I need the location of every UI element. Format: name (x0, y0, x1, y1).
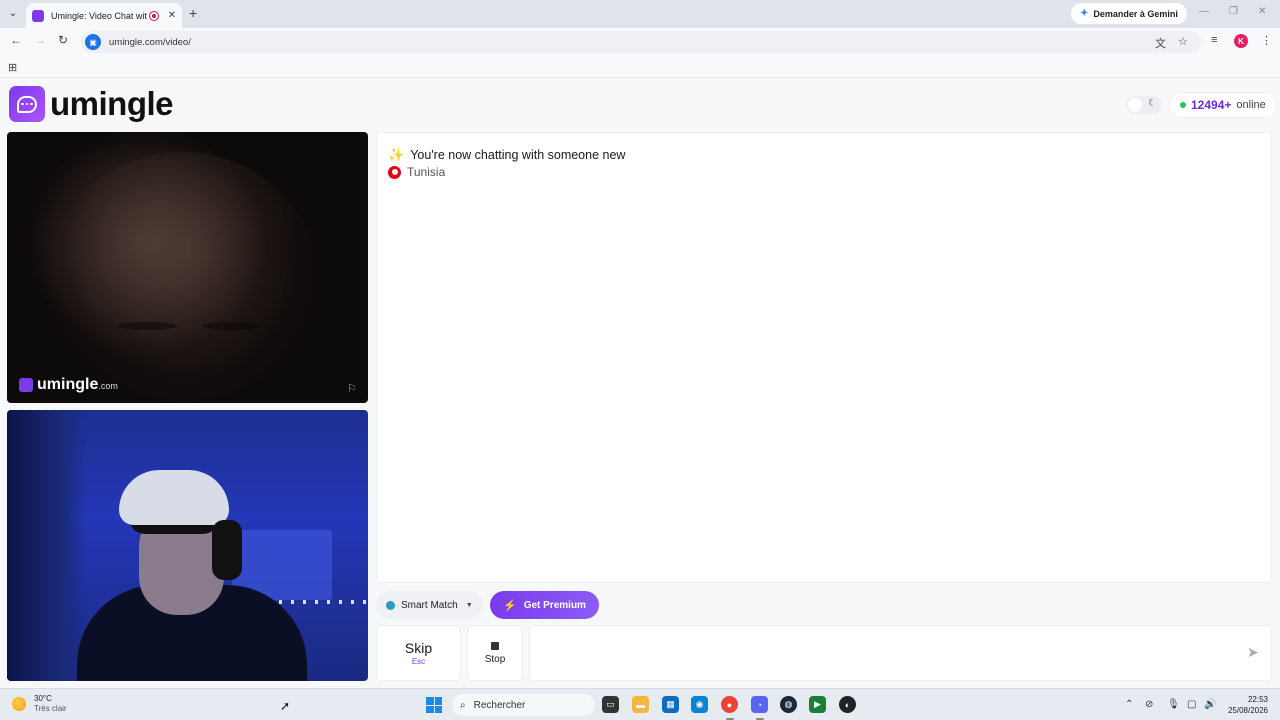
online-status-dot (1180, 102, 1186, 108)
remote-video-feed: umingle .com ⚐ (7, 132, 368, 403)
skip-shortcut-hint: Esc (411, 657, 426, 666)
chrome-icon[interactable]: ● (721, 696, 738, 713)
send-icon[interactable]: ➤ (1247, 644, 1259, 661)
edge-browser-icon[interactable]: ◉ (691, 696, 708, 713)
minimize-window-icon[interactable]: — (1199, 6, 1209, 17)
online-users-badge: 12494+ online (1170, 93, 1276, 117)
taskbar-search-label: Rechercher (473, 699, 526, 711)
taskbar-search[interactable]: ⌕ Rechercher (452, 694, 595, 716)
star-icon[interactable]: ☆ (1178, 35, 1188, 48)
address-bar[interactable]: ▣ umingle.com/video/ ⽂ ☆ (81, 31, 1201, 53)
stop-icon (491, 641, 499, 650)
microsoft-store-icon[interactable]: ▦ (662, 696, 679, 713)
back-arrow-icon[interactable]: ← (10, 33, 22, 47)
clock-time: 22:53 (1247, 695, 1268, 704)
sparkle-icon: ✨ (388, 147, 405, 162)
lightning-icon: ⚡ (503, 599, 517, 612)
new-tab-button[interactable]: + (189, 5, 197, 21)
caret-down-icon: ▼ (465, 601, 473, 609)
smart-match-dropdown[interactable]: Smart Match ▼ (376, 591, 483, 619)
tunisia-flag-icon (388, 165, 401, 179)
microphone-icon[interactable]: 🎙 (1167, 699, 1180, 710)
search-icon: ⌕ (460, 699, 466, 711)
forward-arrow-icon[interactable]: → (34, 33, 46, 47)
message-input[interactable] (529, 625, 1272, 681)
chat-bubble-logo-icon (9, 86, 45, 122)
network-icon[interactable]: ▢ (1187, 699, 1196, 710)
kebab-menu-icon[interactable]: ⋮ (1261, 34, 1272, 47)
umingle-watermark: umingle .com (19, 376, 118, 394)
globe-icon (386, 600, 395, 610)
watermark-logo-icon (19, 378, 33, 392)
logo-text: umingle (50, 85, 174, 122)
stop-button[interactable]: Stop (467, 625, 523, 681)
browser-toolbar: ← → ↻ ▣ umingle.com/video/ ⽂ ☆ ≡ ⋮ (0, 28, 1280, 56)
system-clock[interactable]: 22:53 25/08/2026 (1222, 694, 1268, 716)
tab-close-icon[interactable]: ✕ (168, 10, 176, 21)
windows-start-icon[interactable] (426, 697, 442, 713)
skip-button[interactable]: Skip Esc (376, 625, 461, 681)
reload-icon[interactable]: ↻ (58, 33, 68, 47)
online-label: online (1236, 99, 1266, 111)
site-info-icon[interactable]: ▣ (85, 34, 101, 50)
clock-date: 25/08/2026 (1227, 706, 1268, 715)
dark-mode-toggle[interactable]: ☾ (1126, 96, 1162, 114)
weather-temperature: 30°C (34, 694, 52, 703)
record-app-icon[interactable]: ◐ (839, 696, 856, 713)
moon-icon: ☾ (1148, 98, 1157, 109)
volume-icon[interactable]: 🔊 (1204, 699, 1216, 710)
terminal-app-icon[interactable]: ▶ (809, 696, 826, 713)
ask-gemini-button[interactable]: ✦ Demander à Gemini (1071, 3, 1187, 24)
tab-favicon-icon (32, 9, 44, 22)
profile-avatar[interactable]: K (1234, 34, 1248, 48)
browser-tab-umingle[interactable]: Umingle: Video Chat with Str ✕ (26, 3, 182, 28)
partner-country: Tunisia (388, 165, 445, 179)
restore-window-icon[interactable]: ❐ (1229, 6, 1238, 17)
tab-search-chevron-down-icon[interactable]: ⌄ (6, 5, 20, 21)
close-window-icon[interactable]: ✕ (1258, 6, 1266, 17)
weather-sun-icon (12, 697, 26, 711)
online-count: 12494+ (1191, 98, 1232, 112)
get-premium-button[interactable]: ⚡ Get Premium (490, 591, 599, 619)
location-off-icon[interactable]: ⊘ (1145, 699, 1153, 710)
report-flag-icon[interactable]: ⚐ (347, 382, 357, 395)
gemini-sparkle-icon: ✦ (1080, 8, 1089, 19)
translate-icon[interactable]: ⽂ (1155, 35, 1166, 51)
show-hidden-icons-icon[interactable]: ⌃ (1125, 699, 1133, 710)
url-text: umingle.com/video/ (109, 36, 191, 48)
gemini-label: Demander à Gemini (1093, 8, 1178, 19)
apps-grid-icon[interactable]: ⊞ (8, 61, 17, 74)
weather-widget[interactable]: 30°C Très clair (12, 694, 67, 714)
chat-log-panel: ✨ You're now chatting with someone new T… (376, 132, 1272, 583)
local-video-feed (7, 410, 368, 681)
browser-tab-strip: ⌄ Umingle: Video Chat with Str ✕ + ✦ Dem… (0, 0, 1280, 28)
file-explorer-icon[interactable]: ▬ (632, 696, 649, 713)
media-control-icon[interactable]: ≡ (1211, 34, 1217, 46)
weather-description: Très clair (34, 704, 67, 713)
umingle-logo[interactable]: umingle (9, 85, 174, 123)
toggle-knob (1128, 98, 1142, 112)
tab-title: Umingle: Video Chat with Str (51, 10, 147, 21)
chat-status-message: ✨ You're now chatting with someone new (388, 147, 626, 162)
recording-indicator-icon (148, 10, 159, 21)
task-view-icon[interactable]: ▭ (602, 696, 619, 713)
windows-taskbar: 30°C Très clair ➚ ⌕ Rechercher ▭ ▬ ▦ ◉ ●… (0, 688, 1280, 720)
bookmarks-bar: ⊞ (0, 56, 1280, 78)
remote-video-content (47, 152, 317, 402)
steam-icon[interactable]: ◍ (780, 696, 797, 713)
discord-icon[interactable]: ◔ (751, 696, 768, 713)
umingle-page: umingle ☾ 12494+ online umingle .com ⚐ ✨… (0, 79, 1280, 688)
mouse-cursor-icon: ➚ (280, 699, 291, 713)
